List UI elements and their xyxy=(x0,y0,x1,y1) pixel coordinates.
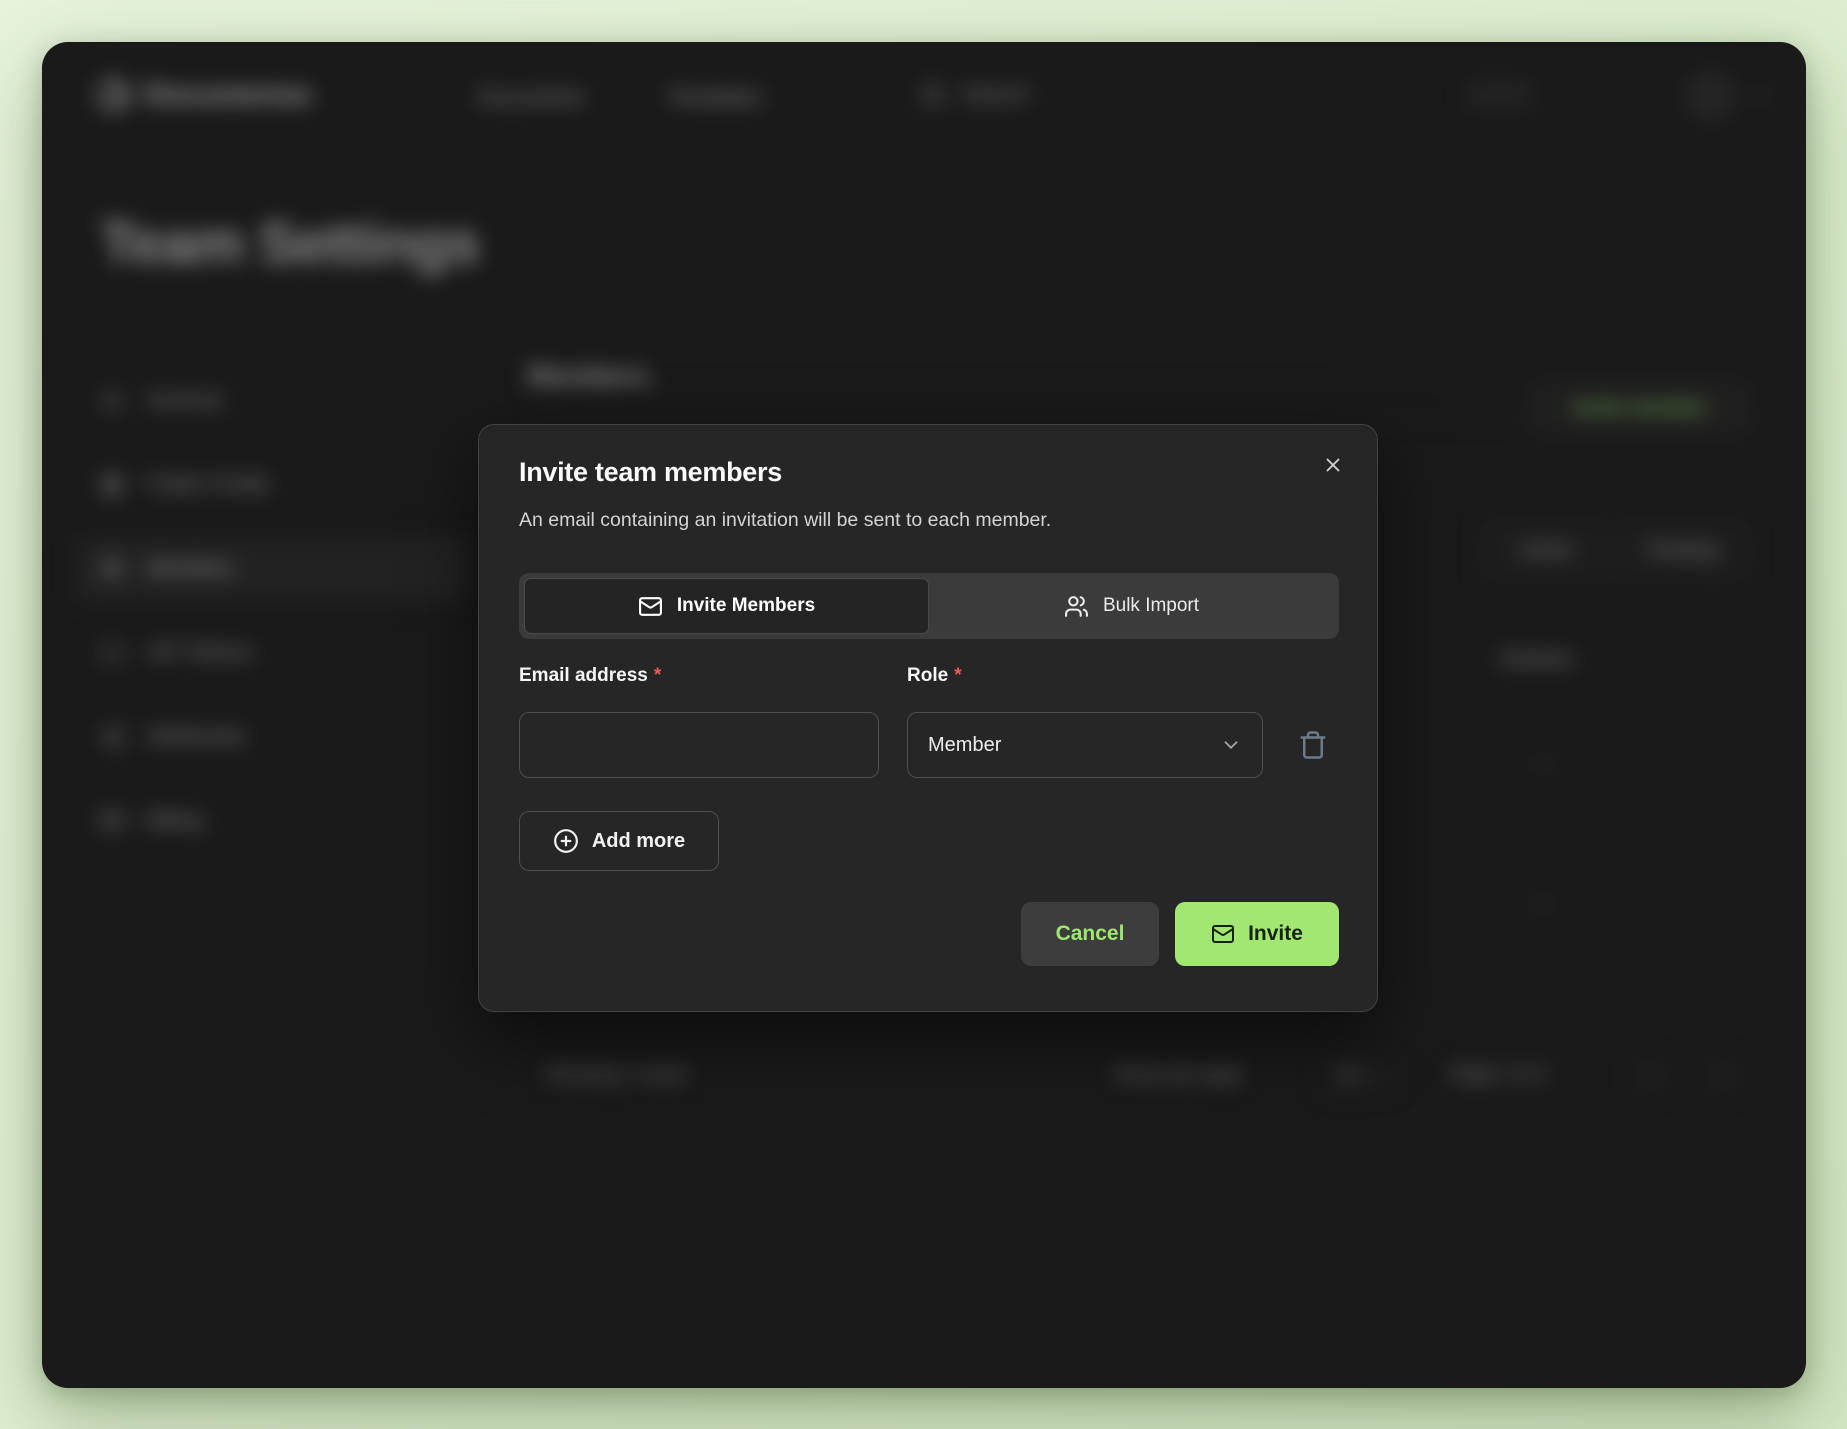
mail-icon xyxy=(1211,922,1235,946)
tab-label: Invite Members xyxy=(677,595,815,617)
tab-invite-members[interactable]: Invite Members xyxy=(524,578,929,634)
label-text: Role xyxy=(907,665,948,686)
tab-label: Bulk Import xyxy=(1103,595,1199,617)
invite-team-members-dialog: Invite team members An email containing … xyxy=(478,424,1378,1012)
label-text: Email address xyxy=(519,665,648,686)
trash-icon xyxy=(1298,730,1328,760)
dialog-subtitle: An email containing an invitation will b… xyxy=(519,509,1051,532)
role-selected-value: Member xyxy=(928,734,1220,757)
remove-row-button[interactable] xyxy=(1293,725,1333,765)
role-label: Role * xyxy=(907,665,962,687)
email-address-input[interactable] xyxy=(519,712,879,778)
cancel-button[interactable]: Cancel xyxy=(1021,902,1159,966)
close-icon xyxy=(1322,454,1344,476)
mail-icon xyxy=(638,594,663,619)
add-more-label: Add more xyxy=(592,830,685,853)
role-select[interactable]: Member xyxy=(907,712,1263,778)
required-asterisk: * xyxy=(654,665,661,686)
tab-bulk-import[interactable]: Bulk Import xyxy=(929,578,1334,634)
invite-mode-tabs: Invite Members Bulk Import xyxy=(519,573,1339,639)
invite-button[interactable]: Invite xyxy=(1175,902,1339,966)
chevron-down-icon xyxy=(1220,734,1242,756)
invite-label: Invite xyxy=(1248,922,1303,946)
plus-circle-icon xyxy=(553,828,579,854)
users-icon xyxy=(1064,594,1089,619)
add-more-button[interactable]: Add more xyxy=(519,811,719,871)
close-button[interactable] xyxy=(1317,449,1349,481)
email-address-label: Email address * xyxy=(519,665,661,687)
required-asterisk: * xyxy=(954,665,961,686)
dialog-title: Invite team members xyxy=(519,457,782,488)
